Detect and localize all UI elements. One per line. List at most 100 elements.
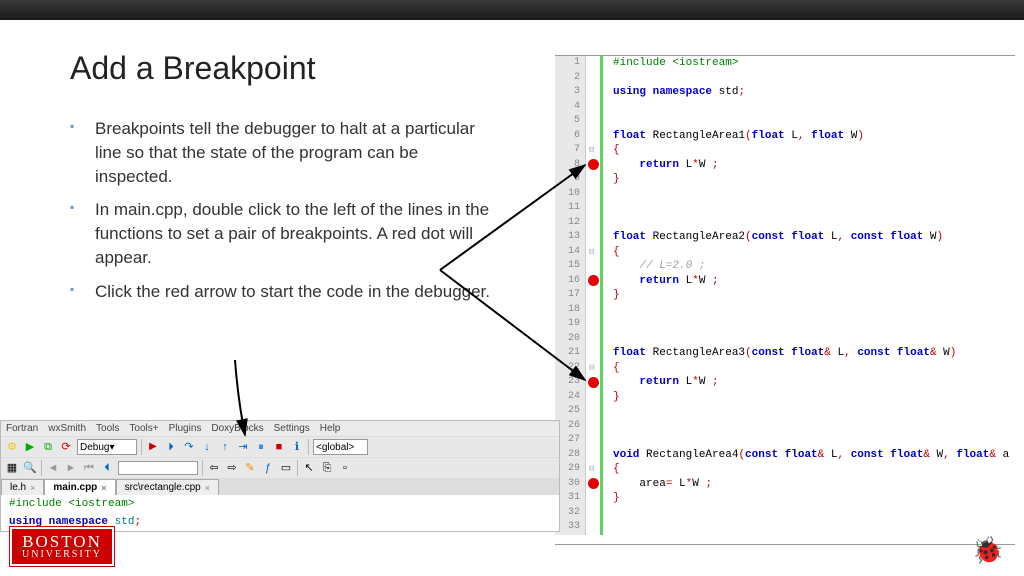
nav-last-icon[interactable]: ⏮ <box>82 461 96 475</box>
code-line[interactable]: 18 <box>555 303 1015 318</box>
breakpoint-gutter[interactable] <box>585 288 603 303</box>
breakpoint-dot[interactable] <box>588 478 599 489</box>
breakpoint-gutter[interactable] <box>585 477 603 492</box>
info-icon[interactable]: ℹ <box>290 440 304 454</box>
breakpoint-gutter[interactable] <box>585 390 603 405</box>
breakpoint-gutter[interactable] <box>585 520 603 535</box>
marker-icon[interactable]: ✎ <box>243 461 257 475</box>
editor-tab[interactable]: le.h× <box>1 479 44 495</box>
debug-start-icon[interactable]: ▶ <box>146 440 160 454</box>
run-to-cursor-icon[interactable]: ⏵ <box>164 440 178 454</box>
search-field[interactable] <box>118 461 198 475</box>
menu-item[interactable]: DoxyBlocks <box>211 423 263 434</box>
code-line[interactable]: 29⊟{ <box>555 462 1015 477</box>
code-line[interactable]: 3using namespace std; <box>555 85 1015 100</box>
breakpoint-gutter[interactable] <box>585 404 603 419</box>
bookmark-icon[interactable]: ⏴ <box>100 461 114 475</box>
breakpoint-gutter[interactable] <box>585 274 603 289</box>
stop-icon[interactable]: ⟳ <box>59 440 73 454</box>
breakpoint-gutter[interactable]: ⊟ <box>585 361 603 376</box>
code-line[interactable]: 1#include <iostream> <box>555 56 1015 71</box>
code-line[interactable]: 16 return L*W ; <box>555 274 1015 289</box>
code-line[interactable]: 4 <box>555 100 1015 115</box>
breakpoint-gutter[interactable] <box>585 346 603 361</box>
file-icon[interactable]: ▦ <box>5 461 19 475</box>
breakpoint-gutter[interactable] <box>585 187 603 202</box>
breakpoint-gutter[interactable] <box>585 230 603 245</box>
nav-fwd-icon[interactable]: ► <box>64 461 78 475</box>
code-line[interactable]: 24} <box>555 390 1015 405</box>
fold-icon[interactable]: ⊟ <box>589 245 594 260</box>
cursor-icon[interactable]: ↖ <box>302 461 316 475</box>
code-line[interactable]: 12 <box>555 216 1015 231</box>
breakpoint-gutter[interactable] <box>585 114 603 129</box>
breakpoint-gutter[interactable] <box>585 375 603 390</box>
code-line[interactable]: 15 // L=2.0 ; <box>555 259 1015 274</box>
code-line[interactable]: 9} <box>555 172 1015 187</box>
breakpoint-gutter[interactable] <box>585 491 603 506</box>
win-icon[interactable]: ▭ <box>279 461 293 475</box>
copy-icon[interactable]: ⎘ <box>320 461 334 475</box>
menu-item[interactable]: Tools <box>96 423 119 434</box>
fold-icon[interactable]: ⊟ <box>589 143 594 158</box>
code-line[interactable]: 17} <box>555 288 1015 303</box>
breakpoint-gutter[interactable] <box>585 317 603 332</box>
search-icon[interactable]: 🔍 <box>23 461 37 475</box>
code-line[interactable]: 31} <box>555 491 1015 506</box>
code-line[interactable]: 5 <box>555 114 1015 129</box>
code-line[interactable]: 26 <box>555 419 1015 434</box>
code-line[interactable]: 21float RectangleArea3(const float& L, c… <box>555 346 1015 361</box>
arrow-right-icon[interactable]: ⇨ <box>225 461 239 475</box>
breakpoint-gutter[interactable] <box>585 332 603 347</box>
build-run-icon[interactable]: ⧉ <box>41 440 55 454</box>
breakpoint-gutter[interactable] <box>585 419 603 434</box>
step-over-icon[interactable]: ↷ <box>182 440 196 454</box>
code-line[interactable]: 23 return L*W ; <box>555 375 1015 390</box>
breakpoint-gutter[interactable]: ⊟ <box>585 245 603 260</box>
breakpoint-gutter[interactable] <box>585 100 603 115</box>
breakpoint-gutter[interactable] <box>585 303 603 318</box>
break-icon[interactable]: ⏸ <box>254 440 268 454</box>
fold-icon[interactable]: ⊟ <box>589 462 594 477</box>
breakpoint-gutter[interactable] <box>585 506 603 521</box>
breakpoint-dot[interactable] <box>588 159 599 170</box>
code-line[interactable]: 13float RectangleArea2(const float L, co… <box>555 230 1015 245</box>
breakpoint-gutter[interactable] <box>585 448 603 463</box>
breakpoint-dot[interactable] <box>588 377 599 388</box>
breakpoint-gutter[interactable] <box>585 71 603 86</box>
block-icon[interactable]: ▫ <box>338 461 352 475</box>
gear-icon[interactable]: ⚙ <box>5 440 19 454</box>
breakpoint-gutter[interactable] <box>585 216 603 231</box>
scope-select[interactable]: <global> <box>313 439 368 455</box>
next-instr-icon[interactable]: ⇥ <box>236 440 250 454</box>
breakpoint-dot[interactable] <box>588 275 599 286</box>
code-line[interactable]: 22⊟{ <box>555 361 1015 376</box>
breakpoint-gutter[interactable] <box>585 259 603 274</box>
arrow-left-icon[interactable]: ⇦ <box>207 461 221 475</box>
code-line[interactable]: 25 <box>555 404 1015 419</box>
func-icon[interactable]: ƒ <box>261 461 275 475</box>
breakpoint-gutter[interactable] <box>585 172 603 187</box>
code-line[interactable]: 8 return L*W ; <box>555 158 1015 173</box>
config-select[interactable]: Debug ▾ <box>77 439 137 455</box>
breakpoint-gutter[interactable]: ⊟ <box>585 462 603 477</box>
breakpoint-gutter[interactable] <box>585 433 603 448</box>
code-line[interactable]: 10 <box>555 187 1015 202</box>
code-line[interactable]: 11 <box>555 201 1015 216</box>
close-icon[interactable]: × <box>30 483 35 493</box>
breakpoint-gutter[interactable]: ⊟ <box>585 143 603 158</box>
code-line[interactable]: 14⊟{ <box>555 245 1015 260</box>
breakpoint-gutter[interactable] <box>585 201 603 216</box>
nav-back-icon[interactable]: ◄ <box>46 461 60 475</box>
menu-item[interactable]: Help <box>320 423 341 434</box>
step-into-icon[interactable]: ↓ <box>200 440 214 454</box>
breakpoint-gutter[interactable] <box>585 85 603 100</box>
code-line[interactable]: 7⊟{ <box>555 143 1015 158</box>
code-line[interactable]: 33 <box>555 520 1015 535</box>
breakpoint-gutter[interactable] <box>585 56 603 71</box>
breakpoint-gutter[interactable] <box>585 158 603 173</box>
code-line[interactable]: 2 <box>555 71 1015 86</box>
fold-icon[interactable]: ⊟ <box>589 361 594 376</box>
play-icon[interactable]: ▶ <box>23 440 37 454</box>
code-line[interactable]: 6float RectangleArea1(float L, float W) <box>555 129 1015 144</box>
